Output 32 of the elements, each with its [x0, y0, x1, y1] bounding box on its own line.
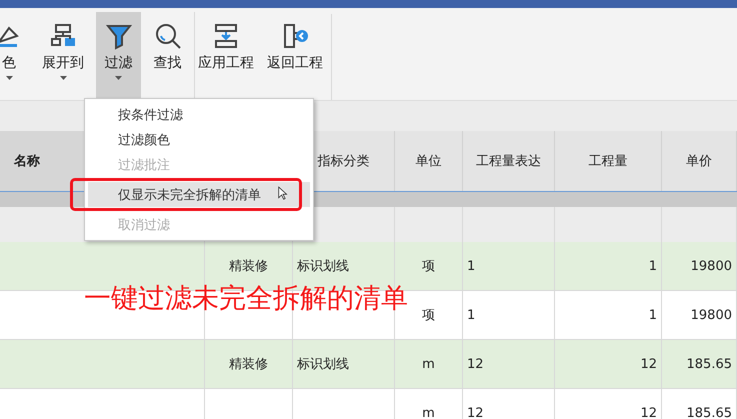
toolbar-button[interactable]: 查找 [145, 12, 190, 100]
back-arrow-icon [281, 22, 309, 50]
toolbar-button[interactable]: 过滤 [96, 12, 141, 100]
table-cell: 185.65 [686, 406, 732, 419]
table-cell: 12 [640, 356, 657, 372]
table-cell: 12 [467, 356, 484, 372]
toolbar-button[interactable]: 返回工程 [261, 12, 329, 100]
table-cell-text: 项 [422, 258, 435, 275]
search-icon [154, 22, 182, 50]
table-cell-text: 项 [422, 307, 435, 324]
table-cell: 12 [640, 406, 657, 419]
download-bar-icon [212, 22, 240, 50]
toolbar-button[interactable]: 色 [0, 12, 30, 100]
table-cell-text: 精装修 [229, 356, 268, 373]
table-cell: 1 [467, 308, 476, 322]
table-cell-text: 精装修 [229, 258, 268, 275]
funnel-icon [104, 22, 132, 50]
table-cell-text: 标识划线 [297, 356, 349, 373]
menu-item[interactable]: 仅显示未完全拆解的清单 [88, 182, 310, 207]
table-cell: 19800 [690, 308, 732, 322]
table-cell: 19800 [690, 258, 732, 274]
caption: 一键过滤未完全拆解的清单 [84, 282, 408, 316]
table-cell: m [422, 406, 435, 419]
cursor-icon [278, 186, 288, 201]
table-cell: 1 [467, 258, 476, 274]
table-cell-text: 标识划线 [297, 258, 349, 275]
table-cell: 12 [467, 406, 484, 419]
table-cell: 185.65 [686, 356, 732, 372]
table-cell: 1 [648, 258, 657, 274]
table-cell: m [422, 356, 435, 372]
table-cell: 1 [648, 308, 657, 322]
toolbar-button[interactable]: 展开到 [34, 12, 92, 100]
